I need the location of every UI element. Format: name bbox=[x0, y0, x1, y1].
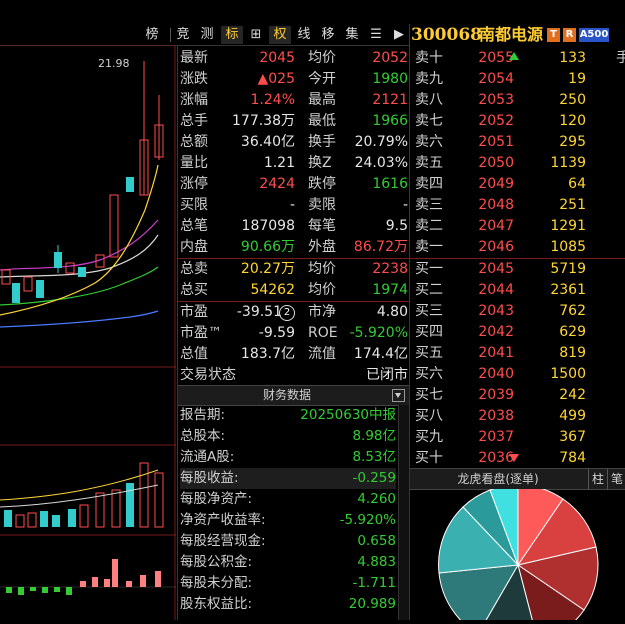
finance-row: 总股本: 8.98亿 bbox=[180, 428, 396, 444]
quote-row: 总买 54262 均价 1974 bbox=[180, 282, 408, 298]
buy-row[interactable]: 买五 2041 819 bbox=[414, 343, 625, 364]
sell-row[interactable]: 卖二 2047 1291 bbox=[414, 216, 625, 237]
sell-row[interactable]: 卖九 2054 19 bbox=[414, 69, 625, 90]
toolbar-mark-button[interactable]: 标 bbox=[221, 26, 243, 44]
buy-row[interactable]: 买三 2043 762 bbox=[414, 301, 625, 322]
finance-row-selected[interactable]: 每股收益: -0.259 bbox=[180, 468, 396, 489]
buy-row[interactable]: 买二 2044 2361 bbox=[414, 280, 625, 301]
buy-row[interactable]: 买九 2037 367 bbox=[414, 427, 625, 448]
finance-row: 每股净资产: 4.260 bbox=[180, 491, 396, 507]
toolbar-collect-button[interactable]: 集 bbox=[342, 26, 362, 44]
toolbar-move-button[interactable]: 移 bbox=[318, 26, 338, 44]
finance-scrollbar[interactable] bbox=[398, 405, 409, 620]
dropdown-icon[interactable] bbox=[392, 389, 405, 402]
sell-row[interactable]: 卖三 2048 251 bbox=[414, 195, 625, 216]
pie-svg bbox=[438, 484, 599, 624]
sell-row[interactable]: 卖五 2050 1139 bbox=[414, 153, 625, 174]
edge-text: 手 bbox=[616, 50, 625, 66]
panel-divider bbox=[177, 45, 178, 620]
buy-row[interactable]: 买四 2042 629 bbox=[414, 322, 625, 343]
toolbar-rights-button[interactable]: 权 bbox=[269, 26, 291, 44]
tab-tick[interactable]: 笔 bbox=[607, 469, 625, 489]
quote-row: 总卖 20.27万 均价 2238 bbox=[180, 261, 408, 277]
toolbar-test-button[interactable]: 测 bbox=[197, 26, 217, 44]
quote-row: 总值 183.7亿 流值 174.4亿 bbox=[180, 346, 408, 362]
quote-row: 内盘 90.66万 外盘 86.72万 bbox=[180, 239, 408, 255]
sell-row[interactable]: 卖六 2051 295 bbox=[414, 132, 625, 153]
finance-row: 每股未分配: -1.711 bbox=[180, 575, 396, 591]
kline-chart[interactable]: 21.98 bbox=[0, 45, 176, 620]
sell-row[interactable]: 卖八 2053 250 bbox=[414, 90, 625, 111]
stock-name: 南都电源 bbox=[479, 25, 544, 44]
dragon-tiger-pie bbox=[410, 484, 625, 624]
finance-row: 净资产收益率: -5.920% bbox=[180, 512, 396, 528]
toolbar-menu-button[interactable]: ☰ bbox=[366, 26, 386, 44]
toolbar-line-button[interactable]: 线 bbox=[294, 26, 314, 44]
quote-row: 总手 177.38万 最低 1966 bbox=[180, 113, 408, 129]
quote-row: 市盈™ -9.59 ROE -5.920% bbox=[180, 325, 408, 341]
buy-row[interactable]: 买七 2039 242 bbox=[414, 385, 625, 406]
finance-row: 每股经营现金: 0.658 bbox=[180, 533, 396, 549]
buy-row[interactable]: 买八 2038 499 bbox=[414, 406, 625, 427]
tab-bar-chart[interactable]: 柱 bbox=[588, 469, 607, 489]
finance-row: 流通A股: 8.53亿 bbox=[180, 449, 396, 465]
quote-row: 涨幅 1.24% 最高 2121 bbox=[180, 92, 408, 108]
chart-toolbar: 榜 竞 测 标 ⊞ 权 线 移 集 ☰ ▶ bbox=[0, 25, 409, 46]
down-arrow-icon bbox=[509, 454, 519, 462]
kline-svg bbox=[0, 45, 176, 620]
quote-row: 买限 - 卖限 - bbox=[180, 197, 408, 213]
quote-row: 市盈 -39.51 2 市净 4.80 bbox=[180, 304, 408, 321]
quote-row: 涨停 2424 跌停 1616 bbox=[180, 176, 408, 192]
toolbar-divider bbox=[170, 28, 171, 42]
buy-row[interactable]: 买十 2036 784 bbox=[414, 448, 625, 469]
sell-row[interactable]: 卖四 2049 64 bbox=[414, 174, 625, 195]
toolbar-rank-button[interactable]: 榜 bbox=[137, 26, 167, 44]
quote-row: 最新 2045 均价 2052 bbox=[180, 50, 408, 66]
finance-row: 报告期: 20250630中报 bbox=[180, 407, 396, 423]
header-strip bbox=[0, 0, 409, 25]
stock-header: 300068 南都电源 T R A500 bbox=[409, 24, 625, 46]
quote-row: 量比 1.21 换Z 24.03% bbox=[180, 155, 408, 171]
sell-row[interactable]: 卖十 2055 133 手 bbox=[414, 48, 625, 69]
sell-row[interactable]: 卖一 2046 1085 bbox=[414, 237, 625, 258]
finance-row: 每股公积金: 4.883 bbox=[180, 554, 396, 570]
dragon-tiger-header: 龙虎看盘(逐单) 柱 笔 bbox=[410, 468, 625, 490]
up-arrow-icon bbox=[509, 52, 519, 60]
badge-index: A500 bbox=[579, 28, 609, 42]
buy-row[interactable]: 买六 2040 1500 bbox=[414, 364, 625, 385]
quote-row: 涨跌 ▲025 今开 1980 bbox=[180, 71, 408, 87]
pe-circle-icon[interactable]: 2 bbox=[279, 305, 295, 321]
finance-header[interactable]: 财务数据 bbox=[178, 385, 409, 406]
quote-row: 交易状态 已闭市 bbox=[180, 367, 408, 383]
buy-row[interactable]: 买一 2045 5719 bbox=[414, 259, 625, 280]
badge-t: T bbox=[547, 28, 560, 42]
quote-row: 总笔 187098 每笔 9.5 bbox=[180, 218, 408, 234]
toolbar-play-button[interactable]: ▶ bbox=[390, 26, 408, 44]
badge-r: R bbox=[563, 28, 576, 42]
chart-high-label: 21.98 bbox=[98, 57, 130, 70]
finance-title: 财务数据 bbox=[262, 388, 311, 402]
dragon-tiger-title: 龙虎看盘(逐单) bbox=[457, 472, 539, 486]
toolbar-grid-button[interactable]: ⊞ bbox=[246, 26, 266, 44]
toolbar-auction-button[interactable]: 竞 bbox=[173, 26, 193, 44]
stock-code: 300068 bbox=[411, 25, 482, 45]
sell-row[interactable]: 卖七 2052 120 bbox=[414, 111, 625, 132]
quote-row: 总额 36.40亿 换手 20.79% bbox=[180, 134, 408, 150]
finance-row: 股东权益比: 20.989 bbox=[180, 596, 396, 612]
